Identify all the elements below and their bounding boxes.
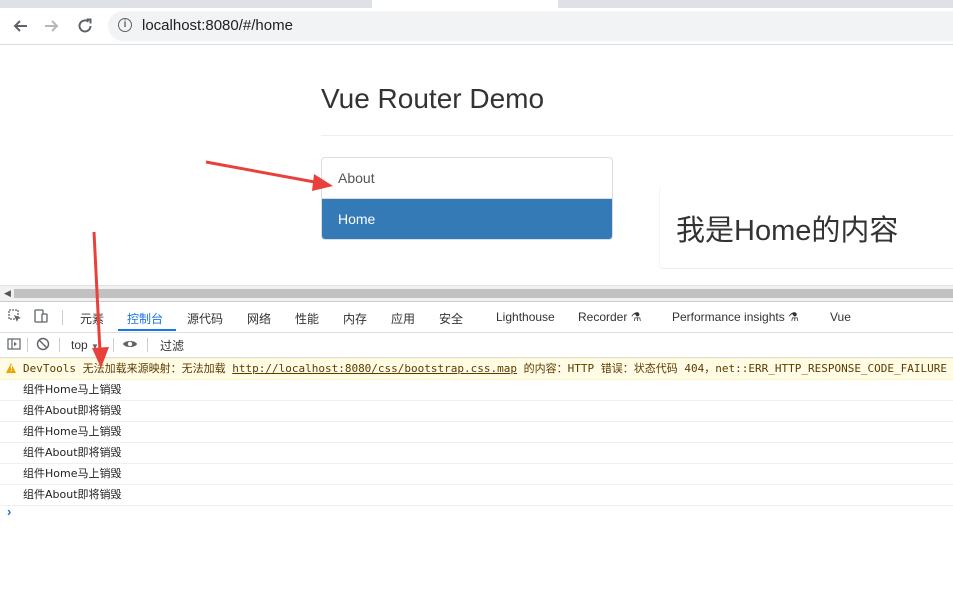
- page-title: Vue Router Demo: [321, 83, 545, 114]
- browser-toolbar: i localhost:8080/#/home: [0, 8, 953, 45]
- tab-sources[interactable]: 源代码: [187, 310, 223, 327]
- dropdown-icon: ▼: [91, 342, 99, 351]
- filterbar-divider: [113, 338, 114, 352]
- tab-security[interactable]: 安全: [439, 310, 463, 327]
- tab-performance-insights-label: Performance insights: [672, 310, 785, 324]
- forward-button[interactable]: [40, 14, 64, 38]
- inspect-element-icon[interactable]: [8, 309, 24, 325]
- context-selector[interactable]: top ▼: [71, 338, 99, 352]
- tab-console[interactable]: 控制台: [127, 310, 163, 327]
- console-log-row: 组件Home马上销毁: [0, 464, 953, 485]
- console-log-row: 组件About即将销毁: [0, 401, 953, 422]
- console-filter-input[interactable]: [152, 335, 462, 356]
- sidebar-toggle-icon[interactable]: [7, 337, 21, 351]
- title-divider: [321, 135, 953, 136]
- router-nav: About Home: [321, 157, 613, 240]
- horizontal-scrollbar[interactable]: ◀: [0, 285, 953, 301]
- console-log-row: 组件Home马上销毁: [0, 422, 953, 443]
- flask-icon: ⚗: [630, 310, 642, 324]
- devtools-tabbar: 元素 控制台 源代码 网络 性能 内存 应用 安全 Lighthouse Rec…: [0, 302, 953, 333]
- warning-prefix: DevTools 无法加载来源映射：无法加载: [23, 362, 233, 375]
- warning-icon: [6, 363, 16, 373]
- sourcemap-link[interactable]: http://localhost:8080/css/bootstrap.css.…: [232, 362, 517, 375]
- flask-icon: ⚗: [788, 310, 799, 324]
- eye-icon[interactable]: [122, 337, 137, 351]
- tab-performance-insights[interactable]: Performance insights ⚗: [672, 310, 799, 324]
- console-log-row: 组件About即将销毁: [0, 485, 953, 506]
- tab-performance[interactable]: 性能: [295, 310, 319, 327]
- filterbar-divider: [27, 338, 28, 352]
- scrollbar-thumb[interactable]: [14, 289, 953, 298]
- tab-strip: [0, 0, 953, 8]
- tab-recorder[interactable]: Recorder ⚗: [578, 310, 641, 324]
- back-button[interactable]: [8, 14, 32, 38]
- tab-network[interactable]: 网络: [247, 310, 271, 327]
- filterbar-divider: [59, 338, 60, 352]
- console-filter-bar: top ▼: [0, 333, 953, 358]
- home-content-text: 我是Home的内容: [676, 215, 899, 247]
- warning-message: DevTools 无法加载来源映射：无法加载 http://localhost:…: [23, 359, 947, 379]
- arrow-left-icon: [13, 20, 27, 32]
- toolbar-divider: [62, 310, 63, 325]
- console-log-row: 组件About即将销毁: [0, 443, 953, 464]
- arrow-right-icon: [45, 20, 59, 32]
- devtools-panel: 元素 控制台 源代码 网络 性能 内存 应用 安全 Lighthouse Rec…: [0, 301, 953, 602]
- tab-elements[interactable]: 元素: [80, 310, 104, 327]
- console-log-row: 组件Home马上销毁: [0, 380, 953, 401]
- tab-memory[interactable]: 内存: [343, 310, 367, 327]
- clear-console-icon[interactable]: [36, 337, 50, 351]
- warning-suffix: 的内容：HTTP 错误：状态代码 404，net::ERR_HTTP_RESPO…: [517, 362, 948, 375]
- address-bar[interactable]: i localhost:8080/#/home: [108, 11, 953, 41]
- device-toolbar-icon[interactable]: [34, 309, 50, 325]
- router-view-panel: 我是Home的内容: [659, 185, 953, 269]
- nav-link-about[interactable]: About: [322, 158, 612, 198]
- reload-icon: [78, 18, 92, 33]
- reload-button[interactable]: [73, 14, 97, 38]
- filterbar-divider: [147, 338, 148, 352]
- console-prompt[interactable]: ›: [7, 504, 11, 519]
- tab-lighthouse[interactable]: Lighthouse: [496, 310, 555, 324]
- tab-recorder-label: Recorder: [578, 310, 628, 324]
- scroll-left-icon[interactable]: ◀: [4, 288, 11, 299]
- tab-application[interactable]: 应用: [391, 310, 415, 327]
- info-icon[interactable]: i: [118, 18, 132, 32]
- context-label: top: [71, 338, 88, 352]
- nav-link-home[interactable]: Home: [322, 198, 612, 239]
- active-browser-tab[interactable]: [372, 0, 558, 8]
- console-output: DevTools 无法加载来源映射：无法加载 http://localhost:…: [0, 358, 953, 506]
- console-warning: DevTools 无法加载来源映射：无法加载 http://localhost:…: [0, 358, 953, 380]
- selected-tab-indicator: [118, 329, 176, 331]
- url-text[interactable]: localhost:8080/#/home: [142, 17, 293, 34]
- tab-vue[interactable]: Vue: [830, 310, 851, 324]
- page-viewport: Vue Router Demo About Home 我是Home的内容: [0, 45, 953, 285]
